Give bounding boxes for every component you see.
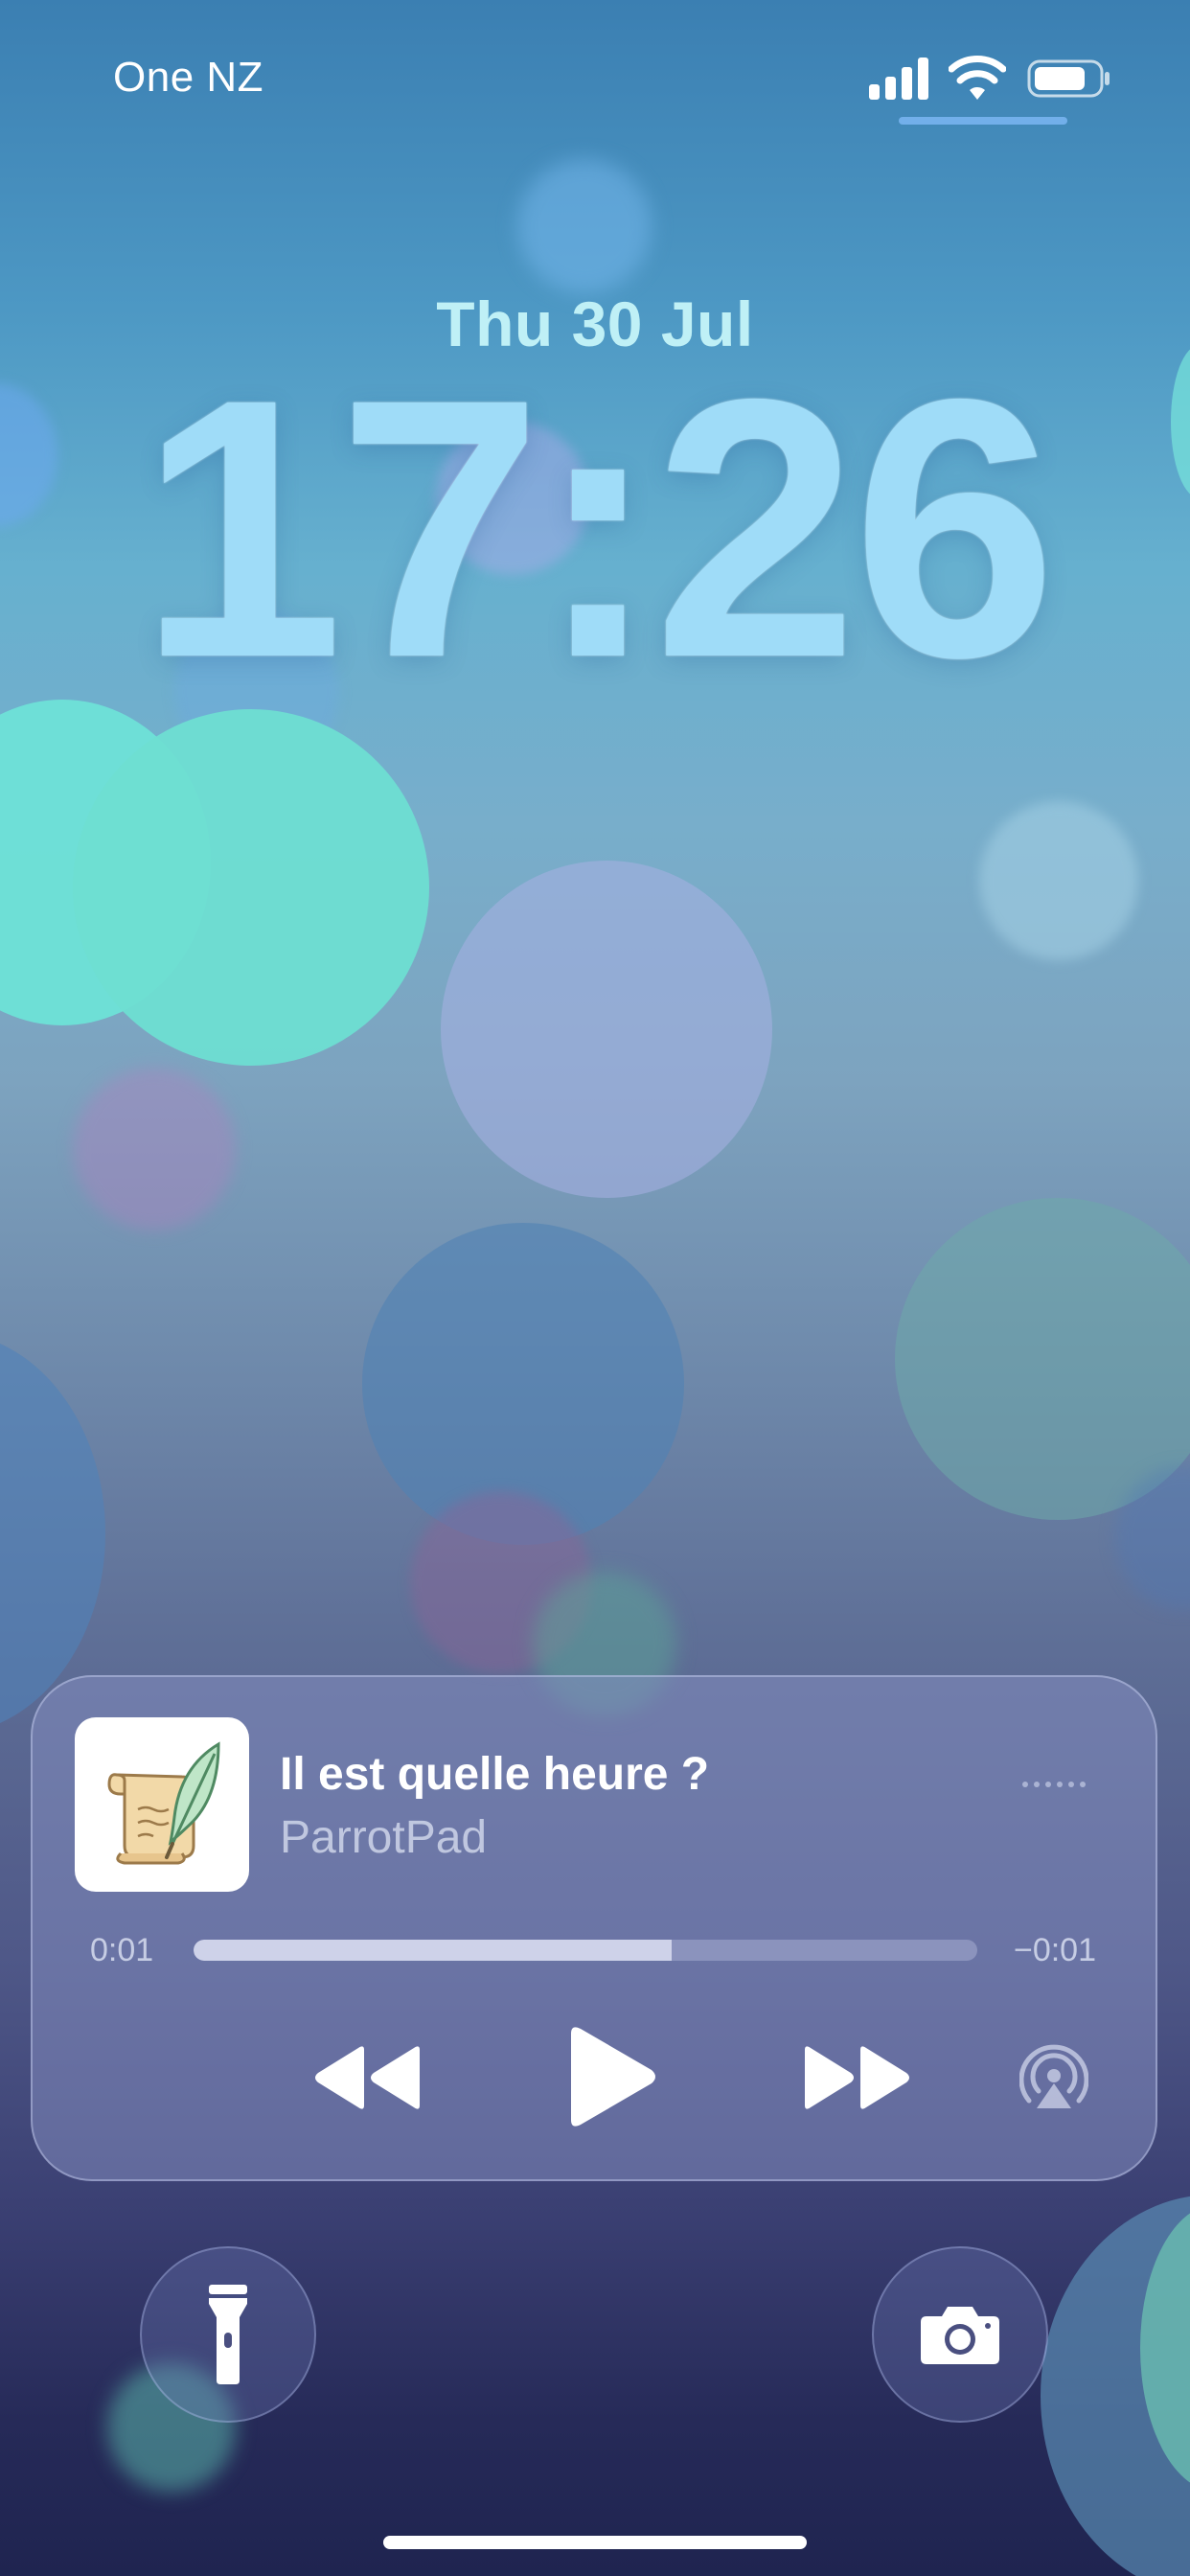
camera-button[interactable] <box>872 2246 1048 2423</box>
play-icon <box>571 2027 655 2127</box>
more-options-icon[interactable] <box>1021 1781 1088 1788</box>
remaining-time: −0:01 <box>1013 1932 1096 1968</box>
flashlight-icon <box>209 2285 247 2384</box>
clock: 17:26 <box>138 323 1057 734</box>
status-bar: One NZ <box>0 0 1190 134</box>
carrier-label: One NZ <box>113 54 264 101</box>
lock-screen: One NZ Thu 30 Jul 17:26 Il est quelle he… <box>0 0 1190 2576</box>
flashlight-button[interactable] <box>140 2246 316 2423</box>
play-button[interactable] <box>550 2014 675 2139</box>
signal-icon <box>869 58 928 100</box>
progress-scrubber[interactable] <box>194 1940 977 1961</box>
airplay-button[interactable] <box>1006 2030 1102 2126</box>
status-indicator-bar <box>899 117 1067 125</box>
fast-forward-icon <box>805 2046 909 2109</box>
track-artist: ParrotPad <box>280 1812 488 1863</box>
album-artwork[interactable] <box>75 1717 249 1892</box>
wifi-icon <box>949 56 1006 100</box>
camera-icon <box>921 2307 999 2364</box>
scroll-and-quill-icon <box>107 1741 220 1865</box>
elapsed-time: 0:01 <box>90 1932 154 1968</box>
progress-fill <box>194 1940 672 1961</box>
airplay-icon <box>1019 2044 1088 2108</box>
home-indicator[interactable] <box>383 2536 807 2549</box>
battery-icon <box>1027 59 1110 98</box>
rewind-button[interactable] <box>303 2026 433 2129</box>
rewind-icon <box>315 2046 420 2109</box>
fast-forward-button[interactable] <box>791 2026 922 2129</box>
now-playing-widget[interactable]: Il est quelle heure ? ParrotPad 0:01 −0:… <box>31 1675 1157 2181</box>
track-title: Il est quelle heure ? <box>280 1749 710 1800</box>
